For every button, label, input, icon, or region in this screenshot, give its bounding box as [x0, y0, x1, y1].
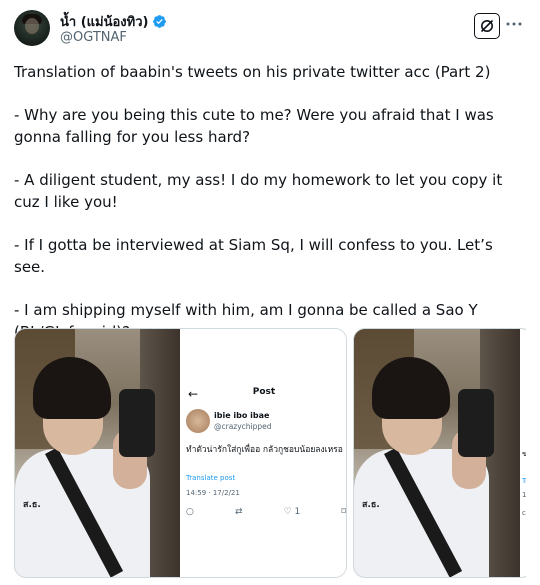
photo-tag: ส.ธ.	[23, 500, 41, 510]
embedded-post-strip: ข Tr 1 c	[520, 329, 526, 577]
author-name-row: น้ำ (แม่น้องทิว)	[60, 11, 167, 32]
embedded-post-text: ทำตัวน่ารักใส่กูเพื่ออ กลัวกูชอบน้อยลงเห…	[186, 445, 343, 455]
strip-char: 1	[522, 491, 526, 499]
embedded-avatar	[186, 409, 210, 433]
grok-button[interactable]	[474, 13, 500, 39]
author-display-name[interactable]: น้ำ (แม่น้องทิว)	[60, 11, 148, 32]
verified-badge-icon	[153, 15, 167, 28]
embedded-post-title: Post	[252, 387, 276, 397]
strip-char: c	[522, 509, 526, 517]
grok-icon	[480, 19, 494, 33]
media-item-2[interactable]: ส.ธ. ข Tr 1 c	[353, 328, 526, 578]
tweet-paragraph: - If I gotta be interviewed at Siam Sq, …	[14, 236, 493, 276]
embedded-timestamp: 14:59 · 17/2/21	[186, 489, 240, 497]
author-handle[interactable]: @OGTNAF	[60, 30, 127, 45]
embedded-author-handle: @crazychipped	[214, 422, 272, 431]
retweet-icon: ⇄	[234, 507, 243, 517]
strip-char: Tr	[522, 477, 526, 485]
tweet-text: Translation of baabin's tweets on his pr…	[14, 61, 526, 343]
media-photo: ส.ธ. ข Tr 1 c	[354, 329, 526, 577]
tweet-paragraph: - Why are you being this cute to me? Wer…	[14, 106, 494, 146]
avatar[interactable]	[14, 10, 50, 46]
embedded-action-bar: ○ ⇄ ♡ 1 ⌑	[186, 507, 346, 517]
embedded-author-name: ibie ibo ibae	[214, 411, 270, 420]
like-icon: ♡ 1	[283, 507, 301, 517]
more-options-button[interactable]	[504, 14, 524, 34]
strip-char: ข	[522, 449, 526, 460]
tweet-media-carousel: ส.ธ. ← Post ibie ibo ibae @crazychipped …	[14, 328, 526, 578]
embedded-like-count: 1	[294, 507, 301, 517]
embedded-translate-link: Translate post	[186, 474, 236, 482]
embedded-post-screenshot: ← Post ibie ibo ibae @crazychipped ทำตัว…	[180, 329, 346, 577]
tweet-header: น้ำ (แม่น้องทิว) @OGTNAF	[14, 8, 530, 48]
tweet-paragraph: - A diligent student, my ass! I do my ho…	[14, 171, 503, 211]
more-icon	[506, 22, 522, 26]
bookmark-icon: ⌑	[341, 507, 346, 517]
media-photo: ส.ธ.	[15, 329, 180, 577]
photo-tag: ส.ธ.	[362, 500, 380, 510]
tweet-paragraph: Translation of baabin's tweets on his pr…	[14, 63, 491, 81]
media-item-1[interactable]: ส.ธ. ← Post ibie ibo ibae @crazychipped …	[14, 328, 347, 578]
reply-icon: ○	[186, 507, 194, 517]
